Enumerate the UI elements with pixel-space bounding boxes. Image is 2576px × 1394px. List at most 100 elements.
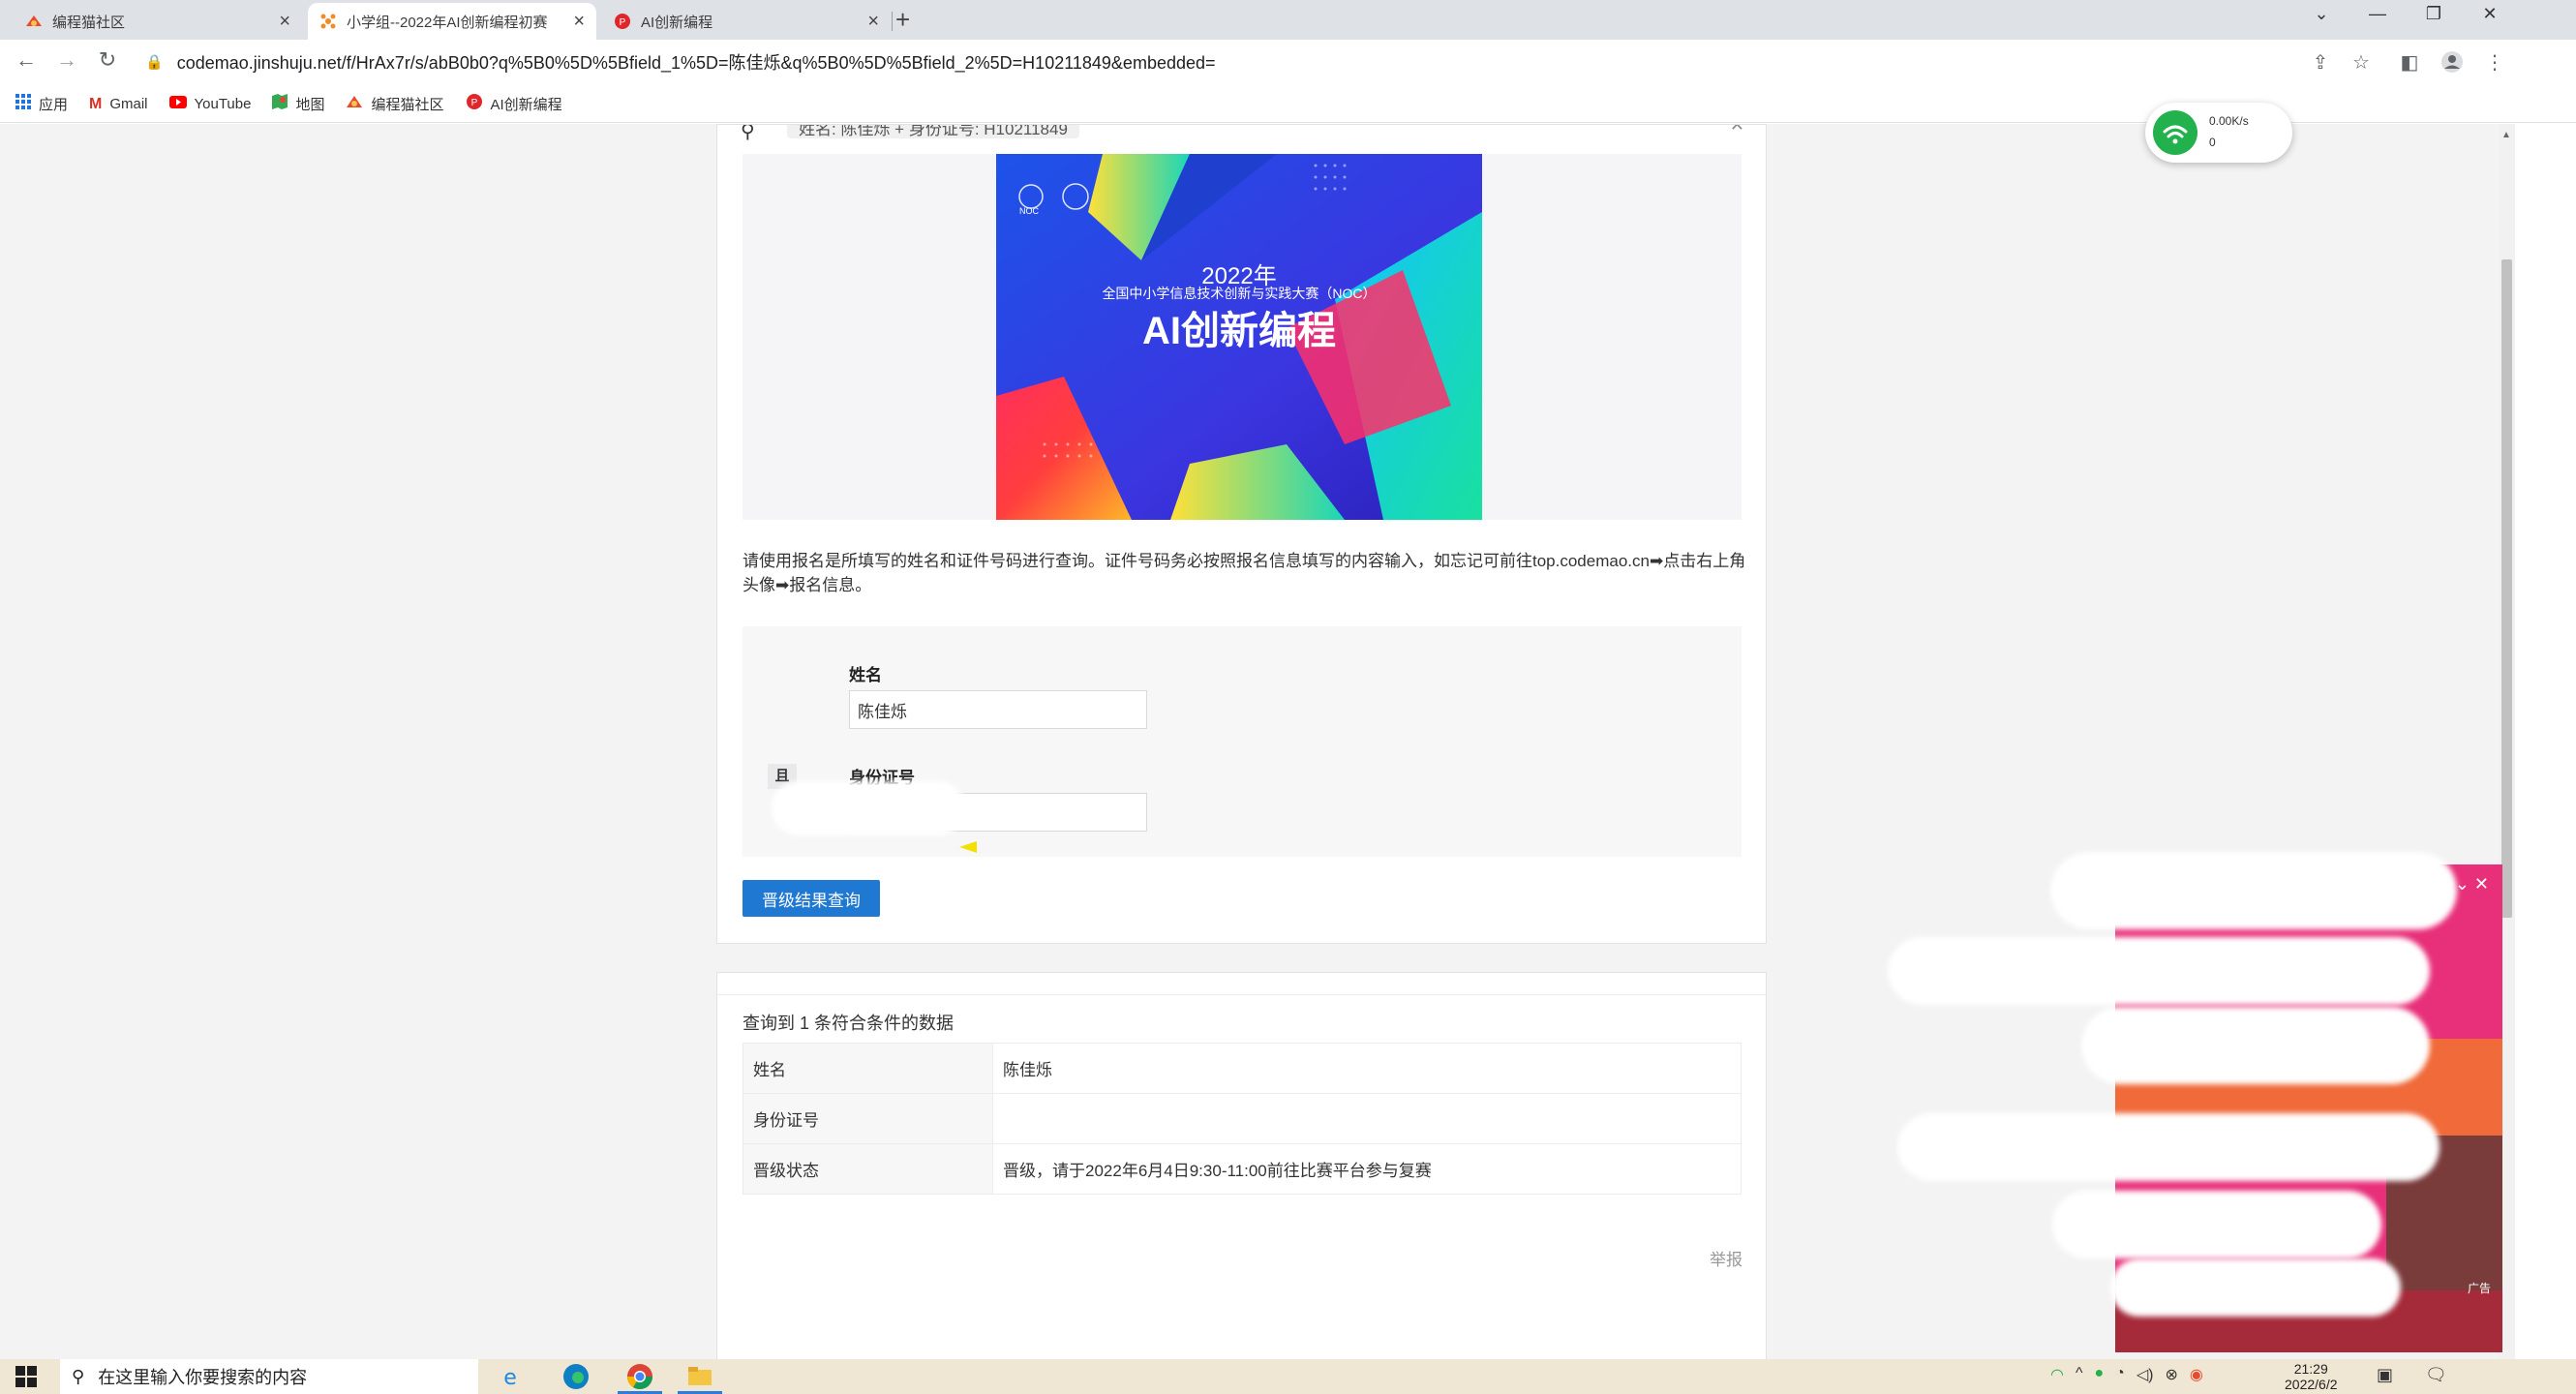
query-submit-button[interactable]: 晋级结果查询: [742, 880, 880, 917]
gmail-icon: M: [89, 95, 103, 112]
network-speed-widget[interactable]: 0.00K/s 0: [2145, 103, 2292, 163]
bookmark-gmail[interactable]: M Gmail: [89, 96, 148, 113]
field-value: 陈佳烁: [992, 1043, 1742, 1094]
scroll-thumb[interactable]: [2501, 259, 2512, 918]
scroll-up-icon[interactable]: ▲: [2501, 130, 2511, 140]
svg-text:P: P: [620, 17, 626, 28]
redaction-scribble: [2110, 1258, 2401, 1317]
close-window-button[interactable]: ✕: [2470, 4, 2509, 24]
browser-toolbar: ← → ↻ 🔒 codemao.jinshuju.net/f/HrAx7r/s/…: [0, 40, 2576, 86]
jinshuju-icon: [319, 13, 337, 30]
chrome-icon[interactable]: [618, 1362, 662, 1394]
ai-coding-icon: P: [614, 13, 631, 30]
maps-icon: [272, 94, 288, 114]
field-key: 姓名: [742, 1043, 993, 1094]
results-table: 姓名 陈佳烁 身份证号 晋级状态 晋级，请于2022年6月4日9:30-11:0…: [742, 1043, 1742, 1195]
taskbar-search[interactable]: ⚲ 在这里输入你要搜索的内容: [60, 1359, 478, 1394]
menu-icon[interactable]: ⋮: [2480, 50, 2509, 75]
field-key: 晋级状态: [742, 1143, 993, 1195]
windows-taskbar: ⚲ 在这里输入你要搜索的内容 e ◠ ^ ● ◔ ◁) ⊗ ◉ 21:29 20…: [0, 1359, 2576, 1394]
query-form-card: ⚲ 姓名: 陈佳烁 + 身份证号: H10211849 ✕ NOC 2022年 …: [716, 124, 1767, 944]
redaction-scribble: [1897, 1113, 2440, 1181]
result-count: 查询到 1 条符合条件的数据: [742, 1014, 955, 1033]
search-chip: 姓名: 陈佳烁 + 身份证号: H10211849: [787, 125, 1079, 138]
redaction-scribble: [772, 781, 965, 835]
apps-grid-icon: [15, 94, 31, 114]
bookmark-label: 编程猫社区: [371, 97, 444, 113]
volume-icon[interactable]: ◁): [2137, 1365, 2154, 1384]
bookmark-maps[interactable]: 地图: [272, 94, 324, 114]
minimize-button[interactable]: —: [2358, 4, 2397, 24]
redaction-scribble: [2052, 1191, 2381, 1258]
bookmark-star-icon[interactable]: ☆: [2347, 50, 2376, 75]
task-view-icon[interactable]: ▣: [2377, 1365, 2393, 1385]
share-icon[interactable]: ⇪: [2306, 50, 2335, 75]
field-value: 晋级，请于2022年6月4日9:30-11:00前往比赛平台参与复赛: [992, 1143, 1742, 1195]
close-tab-icon[interactable]: ×: [867, 11, 879, 33]
search-icon: ⚲: [72, 1366, 85, 1386]
report-link[interactable]: 举报: [1710, 1246, 1743, 1270]
bookmark-codemao[interactable]: 编程猫社区: [346, 94, 444, 114]
search-summary-strip: ⚲ 姓名: 陈佳烁 + 身份证号: H10211849 ✕: [717, 125, 1766, 150]
tab-codemao-community[interactable]: 编程猫社区 ×: [14, 3, 302, 40]
field-value-redacted: [992, 1093, 1742, 1144]
tab-title: 小学组--2022年AI创新编程初赛: [347, 14, 548, 31]
contest-banner: NOC 2022年 全国中小学信息技术创新与实践大赛（NOC） AI创新编程: [996, 154, 1482, 520]
taskbar-search-placeholder: 在这里输入你要搜索的内容: [98, 1368, 308, 1387]
bookmark-apps[interactable]: 应用: [15, 94, 68, 114]
mouse-cursor-marker: [959, 841, 977, 853]
bookmark-youtube[interactable]: YouTube: [168, 95, 252, 113]
notification-icon[interactable]: 🗨: [2425, 1365, 2447, 1385]
clock-date: 2022/6/2: [2285, 1377, 2338, 1392]
name-input[interactable]: 陈佳烁: [849, 690, 1147, 729]
redaction-scribble: [1001, 1106, 1127, 1135]
security-tray-icon[interactable]: ●: [2094, 1365, 2104, 1384]
clock-time: 21:29: [2293, 1361, 2328, 1377]
results-card: 查询到 1 条符合条件的数据 姓名 陈佳烁 身份证号 晋级状态 晋级，请于202…: [716, 972, 1767, 1363]
profile-avatar-icon[interactable]: [2438, 50, 2467, 79]
query-form: 姓名 陈佳烁 且 身份证号: [742, 626, 1742, 857]
app-tray-icon[interactable]: ◉: [2190, 1365, 2203, 1384]
device-count: 0: [2209, 136, 2216, 149]
table-row: 姓名 陈佳烁: [742, 1043, 1742, 1094]
tab-search-icon[interactable]: ⌄: [2302, 4, 2341, 24]
tab-separator: [892, 12, 893, 31]
show-hidden-icons[interactable]: ^: [2076, 1365, 2083, 1384]
redaction-scribble: [2050, 852, 2457, 929]
bookmark-label: 地图: [295, 97, 325, 113]
new-tab-button[interactable]: +: [895, 5, 910, 35]
divider: [717, 994, 1766, 995]
wifi-tray-icon[interactable]: ◠: [2050, 1365, 2064, 1384]
bookmark-label: Gmail: [109, 96, 148, 112]
ad-tag: 广告: [2467, 1282, 2491, 1295]
close-tab-icon[interactable]: ×: [279, 11, 290, 33]
bookmark-ai-coding[interactable]: P AI创新编程: [466, 93, 562, 115]
redaction-scribble: [1888, 937, 2430, 1005]
mute-icon[interactable]: ⊗: [2165, 1365, 2177, 1384]
back-button[interactable]: ←: [12, 47, 41, 73]
file-explorer-icon[interactable]: [678, 1362, 722, 1394]
tab-ai-contest[interactable]: 小学组--2022年AI创新编程初赛 ×: [308, 3, 596, 40]
tab-title: AI创新编程: [641, 14, 713, 31]
url-text: codemao.jinshuju.net/f/HrAx7r/s/abB0b0?q…: [176, 53, 1216, 73]
lock-icon: 🔒: [145, 54, 164, 71]
edge-icon[interactable]: [561, 1362, 591, 1391]
tab-ai-coding[interactable]: P AI创新编程 ×: [602, 3, 891, 40]
close-tab-icon[interactable]: ×: [573, 11, 585, 33]
restore-button[interactable]: ❐: [2414, 4, 2453, 24]
address-bar[interactable]: 🔒 codemao.jinshuju.net/f/HrAx7r/s/abB0b0…: [136, 44, 2265, 80]
taskbar-clock[interactable]: 21:29 2022/6/2: [2285, 1361, 2338, 1392]
bookmark-label: YouTube: [194, 96, 252, 112]
side-panel-icon[interactable]: ◧: [2395, 50, 2424, 75]
ie-icon[interactable]: e: [496, 1362, 525, 1391]
forward-button[interactable]: →: [52, 47, 81, 73]
reload-button[interactable]: ↻: [93, 47, 122, 73]
search-icon[interactable]: ⚲: [741, 125, 755, 143]
ad-controls[interactable]: ⌄ ✕: [2455, 874, 2489, 894]
windows-start-icon[interactable]: [15, 1366, 37, 1387]
close-icon[interactable]: ✕: [1730, 125, 1744, 136]
network-icon[interactable]: ◔: [2115, 1365, 2125, 1384]
table-row: 身份证号: [742, 1093, 1742, 1144]
name-label: 姓名: [849, 666, 882, 684]
bookmark-label: AI创新编程: [490, 97, 562, 113]
